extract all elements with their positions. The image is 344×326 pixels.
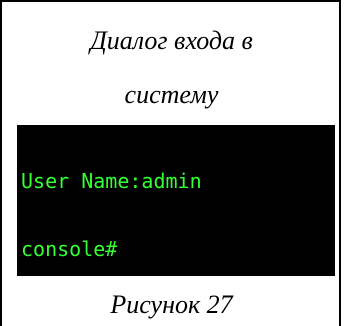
terminal-line-username: User Name:admin [21, 169, 202, 193]
dialog-caption-line1: Диалог входа в [90, 26, 253, 55]
dialog-caption-line2: систему [124, 80, 219, 109]
terminal-line-prompt: console# [21, 237, 118, 261]
terminal-screenshot: User Name:admin console# [17, 125, 335, 276]
figure-caption: Рисунок 27 [110, 290, 233, 319]
